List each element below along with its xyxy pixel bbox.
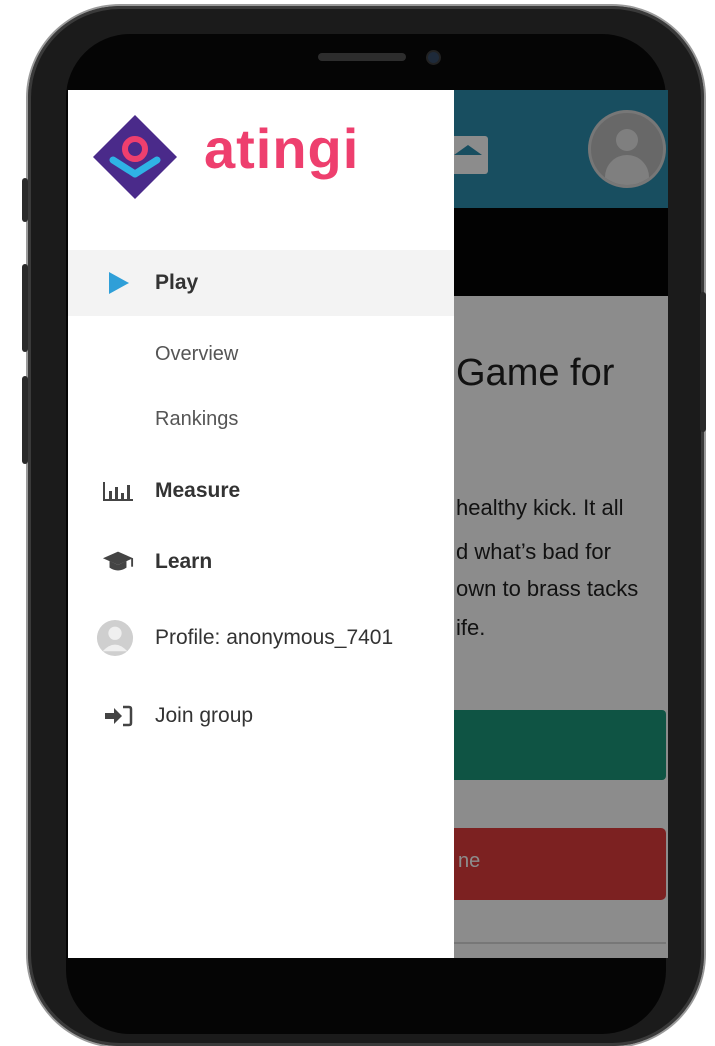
nav-item-learn[interactable]: Learn xyxy=(68,529,454,595)
nav-item-label: Join group xyxy=(155,704,254,727)
brand-name: atingi xyxy=(204,117,360,180)
nav-item-label: Learn xyxy=(155,550,213,573)
graduation-cap-icon xyxy=(102,548,134,576)
nav-item-overview[interactable]: Overview xyxy=(68,328,454,384)
phone-speaker xyxy=(318,53,406,61)
phone-volume-down xyxy=(22,376,28,464)
nav-item-join-group[interactable]: Join group xyxy=(68,683,454,749)
nav-item-profile[interactable]: Profile: anonymous_7401 xyxy=(68,605,454,671)
nav-item-label: Profile: anonymous_7401 xyxy=(155,626,394,649)
brand-logo xyxy=(90,112,180,202)
phone-side-button xyxy=(22,178,28,222)
nav-item-label: Play xyxy=(155,271,199,294)
nav-item-measure[interactable]: Measure xyxy=(68,458,454,524)
phone-volume-up xyxy=(22,264,28,352)
play-icon xyxy=(102,269,134,297)
nav-item-label: Rankings xyxy=(155,408,239,430)
avatar-icon xyxy=(96,619,134,657)
nav-item-play[interactable]: Play xyxy=(68,250,454,316)
bar-chart-icon xyxy=(102,477,134,505)
sign-in-icon xyxy=(102,702,134,730)
nav-item-label: Measure xyxy=(155,479,241,502)
navigation-drawer: atingi Play Overview Rankings Measure Le… xyxy=(68,90,454,958)
nav-item-rankings[interactable]: Rankings xyxy=(68,393,454,449)
nav-item-label: Overview xyxy=(155,343,239,365)
phone-power-button xyxy=(700,292,706,432)
phone-camera xyxy=(428,52,439,63)
phone-screen: Game for healthy kick. It all d what’s b… xyxy=(68,90,668,958)
